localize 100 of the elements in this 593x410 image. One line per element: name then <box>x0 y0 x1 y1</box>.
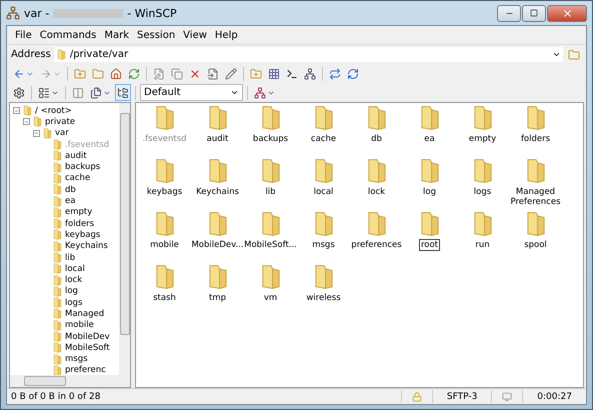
folder-icon <box>32 116 43 128</box>
protocol-label: SFTP-3 <box>446 392 478 402</box>
maximize-button[interactable] <box>522 4 546 22</box>
file-name[interactable]: mobile <box>148 239 181 251</box>
menu-item[interactable]: Help <box>210 30 242 40</box>
folder-icon <box>52 218 63 230</box>
tree-item[interactable]: lib <box>65 252 76 262</box>
folder-icon <box>52 342 63 354</box>
file-name[interactable]: stash <box>151 292 178 304</box>
app-icon <box>6 6 20 20</box>
collapse-toggle[interactable] <box>23 118 30 126</box>
tree-item[interactable]: audit <box>65 150 87 161</box>
file-name[interactable]: ea <box>422 133 437 145</box>
folder-icon <box>52 240 63 252</box>
folder-icon <box>52 139 63 150</box>
file-name[interactable]: folders <box>518 133 552 145</box>
address-label: Address <box>11 49 51 60</box>
tree-item[interactable]: keybags <box>65 230 100 240</box>
monitor-icon <box>502 392 512 402</box>
transfer-settings-dropdown[interactable]: Default <box>140 84 243 101</box>
settings-icon <box>13 86 25 98</box>
folder-icon <box>52 229 63 240</box>
tree-item[interactable]: var <box>55 128 69 138</box>
file-name[interactable]: msgs <box>310 239 337 251</box>
folder-icon <box>52 308 63 320</box>
tree-item[interactable]: MobileSoft <box>65 342 110 353</box>
window-title: var - <box>24 6 50 20</box>
folder-icon <box>52 252 63 263</box>
file-name[interactable]: root <box>418 239 440 251</box>
menu-item[interactable]: View <box>179 30 211 40</box>
folder-up-icon <box>74 68 86 80</box>
file-name[interactable]: tmp <box>206 292 228 304</box>
file-name[interactable]: log <box>421 186 438 198</box>
tree-item[interactable]: cache <box>65 173 90 184</box>
menu-item[interactable]: File <box>11 30 36 40</box>
close-button[interactable] <box>547 4 587 22</box>
file-name[interactable]: preferences <box>349 239 404 251</box>
right-arrow-icon <box>40 68 52 80</box>
file-name[interactable]: lib <box>263 186 278 198</box>
horizontal-scrollbar[interactable] <box>10 375 130 387</box>
tree-item[interactable]: private <box>45 116 76 127</box>
tree-item[interactable]: local <box>65 264 85 274</box>
collapse-toggle[interactable] <box>13 107 20 114</box>
dropdown-icon <box>230 88 239 97</box>
tree-item[interactable]: preferenc <box>65 365 106 375</box>
file-name[interactable]: .fseventsd <box>140 133 189 145</box>
folder-icon <box>52 320 63 331</box>
file-name[interactable]: vm <box>262 292 280 304</box>
refresh-icon <box>347 68 359 80</box>
folder-icon <box>92 68 104 80</box>
dropdown-icon <box>552 50 561 59</box>
tree-item[interactable]: folders <box>65 218 94 229</box>
menu-item[interactable]: Session <box>133 30 180 40</box>
tree-icon <box>117 86 129 98</box>
folder-icon <box>568 48 580 60</box>
file-name[interactable]: wireless <box>304 292 343 304</box>
file-name[interactable]: backups <box>250 133 290 145</box>
vertical-scrollbar[interactable] <box>119 103 130 375</box>
address-field[interactable]: /private/var <box>54 47 563 62</box>
tree-item[interactable]: logs <box>65 298 82 308</box>
file-name[interactable]: spool <box>522 239 549 251</box>
tree-item[interactable]: db <box>65 184 76 195</box>
tree-item[interactable]: log <box>65 286 78 296</box>
file-name[interactable]: audit <box>204 133 230 145</box>
minimize-button[interactable] <box>497 4 521 22</box>
file-name[interactable]: cache <box>308 133 338 145</box>
folder-icon <box>52 297 63 308</box>
folder-icon <box>52 274 63 286</box>
tree-item[interactable]: Managed <box>65 308 104 319</box>
pencil-icon <box>225 68 237 80</box>
left-arrow-icon <box>13 68 25 80</box>
file-name[interactable]: lock <box>366 186 388 198</box>
network-icon <box>304 68 316 80</box>
tree-item[interactable]: lock <box>65 275 82 286</box>
file-name[interactable]: empty <box>466 133 498 145</box>
tree-item[interactable]: Keychains <box>65 241 108 252</box>
file-name[interactable]: Keychains <box>194 186 241 198</box>
file-name[interactable]: Managed Preferences <box>508 186 562 208</box>
tree-item[interactable]: / <root> <box>35 106 72 116</box>
menu-item[interactable]: Mark <box>100 30 134 40</box>
tree-item[interactable]: mobile <box>65 320 94 330</box>
tree-item[interactable]: empty <box>65 207 92 218</box>
tree-item[interactable]: ea <box>65 196 76 206</box>
folder-icon <box>52 364 63 375</box>
copy-icon <box>171 68 183 80</box>
maximize-icon <box>530 9 538 17</box>
folder-icon <box>52 354 63 365</box>
tree-item[interactable]: msgs <box>65 354 88 364</box>
folder-icon <box>42 128 53 139</box>
file-name[interactable]: keybags <box>144 186 184 198</box>
tree-item[interactable]: MobileDev <box>65 332 110 342</box>
file-name[interactable]: logs <box>472 186 494 198</box>
collapse-toggle[interactable] <box>33 130 40 137</box>
file-name[interactable]: local <box>312 186 336 198</box>
file-name[interactable]: db <box>369 133 384 145</box>
tree-toggle-button[interactable] <box>115 84 131 101</box>
tree-item[interactable]: backups <box>65 162 100 172</box>
file-name[interactable]: run <box>473 239 492 251</box>
file-edit-icon <box>153 68 165 80</box>
menu-item[interactable]: Commands <box>36 30 100 40</box>
